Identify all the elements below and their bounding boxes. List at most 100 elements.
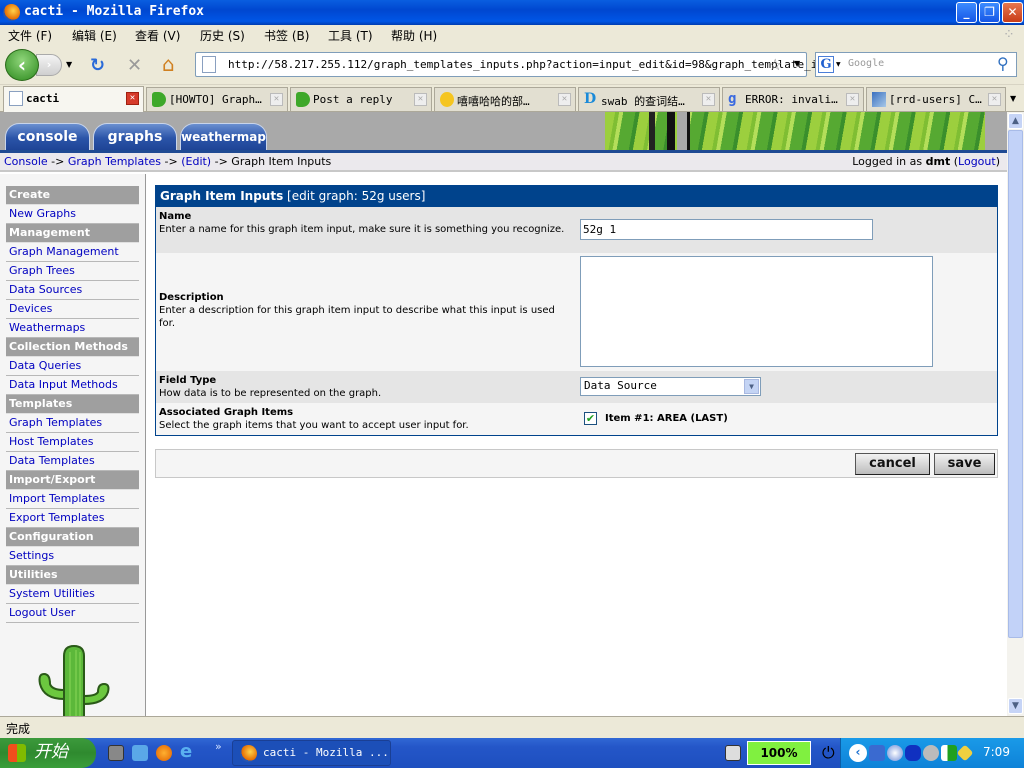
forward-button[interactable]: › [36,54,62,76]
taskbar-window-button[interactable]: cacti - Mozilla ... [232,740,391,766]
url-dropdown-icon[interactable]: ▼ [794,59,800,68]
network-icon[interactable] [869,745,885,761]
tab-graphs[interactable]: graphs [93,123,177,150]
tray-app-icon[interactable] [725,745,741,761]
engine-dropdown-icon[interactable]: ▼ [836,61,841,68]
cactus-logo-icon [38,644,110,716]
close-button[interactable]: ✕ [1002,2,1023,23]
breadcrumb-edit[interactable]: (Edit) [181,155,211,168]
sidebar-item-export-templates[interactable]: Export Templates [6,509,139,528]
history-dropdown-icon[interactable]: ▼ [66,60,72,69]
start-button[interactable]: 开始 [0,738,96,768]
close-tab-icon[interactable]: ✕ [126,92,139,105]
menu-bookmarks[interactable]: 书签 (B) [264,27,309,44]
minimize-button[interactable]: _ [956,2,977,23]
clock[interactable]: 7:09 [983,745,1010,759]
quicklaunch-app-icon[interactable] [132,745,148,761]
browser-tab-cacti[interactable]: cacti ✕ [3,86,144,112]
sidebar-item-graph-templates[interactable]: Graph Templates [6,414,139,433]
tray-app-icon[interactable] [956,744,974,762]
restore-button[interactable]: ❐ [979,2,1000,23]
menu-history[interactable]: 历史 (S) [200,27,245,44]
bookmark-star-icon[interactable]: ☆ [768,55,782,74]
close-tab-icon[interactable]: ✕ [846,93,859,106]
item-checkbox[interactable]: ✔ [584,412,597,425]
close-tab-icon[interactable]: ✕ [558,93,571,106]
home-icon[interactable]: ⌂ [162,52,175,76]
field-type-select[interactable]: Data Source ▼ [580,377,761,396]
close-tab-icon[interactable]: ✕ [702,93,715,106]
browser-tab[interactable]: D swab 的查词结… ✕ [578,87,720,111]
sidebar-item-devices[interactable]: Devices [6,300,139,319]
browser-tab[interactable]: [rrd-users] C… ✕ [866,87,1006,111]
breadcrumb-separator: -> [214,155,228,168]
menu-file[interactable]: 文件 (F) [8,27,52,44]
tab-console[interactable]: console [5,123,90,150]
dict-favicon: D [584,91,597,107]
bluetooth-icon[interactable] [905,745,921,761]
stop-icon[interactable]: ✕ [127,55,142,76]
breadcrumb-graph-templates[interactable]: Graph Templates [68,155,161,168]
browser-tab[interactable]: Post a reply ✕ [290,87,432,111]
tab-weathermap[interactable]: weathermap [180,123,267,150]
name-input[interactable]: 52g 1 [580,219,873,240]
description-textarea[interactable] [580,256,933,367]
show-hidden-icons-icon[interactable]: ‹ [849,744,867,762]
browser-tab[interactable]: [HOWTO] Graph… ✕ [146,87,288,111]
sidebar-item-logout-user[interactable]: Logout User [6,604,139,623]
battery-indicator[interactable]: 100% [747,741,811,765]
scroll-down-icon[interactable]: ▼ [1008,698,1023,714]
sidebar-item-data-input-methods[interactable]: Data Input Methods [6,376,139,395]
browser-tab[interactable]: 嘻嘻哈哈的部… ✕ [434,87,576,111]
sidebar-item-graph-management[interactable]: Graph Management [6,243,139,262]
close-tab-icon[interactable]: ✕ [414,93,427,106]
tray-app-icon[interactable] [923,745,939,761]
sidebar-item-settings[interactable]: Settings [6,547,139,566]
search-input[interactable]: Google [848,58,884,69]
menu-help[interactable]: 帮助 (H) [391,27,437,44]
chevron-down-icon[interactable]: ▼ [744,379,759,394]
field-type-selected: Data Source [584,379,657,392]
sidebar-item-import-templates[interactable]: Import Templates [6,490,139,509]
vertical-scrollbar[interactable]: ▲ ▼ [1007,112,1024,716]
more-quicklaunch-icon[interactable]: » [215,740,222,753]
quicklaunch-firefox-icon[interactable] [156,745,172,761]
quicklaunch-app-icon[interactable] [108,745,124,761]
signal-icon[interactable] [941,745,957,761]
sidebar-item-data-sources[interactable]: Data Sources [6,281,139,300]
reload-icon[interactable]: ↻ [90,55,105,76]
sidebar-item-data-queries[interactable]: Data Queries [6,357,139,376]
window-title-bar[interactable]: cacti - Mozilla Firefox _ ❐ ✕ [0,0,1024,25]
name-row: Name Enter a name for this graph item in… [156,207,997,253]
sidebar-item-graph-trees[interactable]: Graph Trees [6,262,139,281]
search-icon[interactable]: ⚲ [997,54,1009,73]
breadcrumb-console[interactable]: Console [4,155,48,168]
cacti-favicon [296,92,310,107]
url-text[interactable]: http://58.217.255.112/graph_templates_in… [228,58,817,71]
close-tab-icon[interactable]: ✕ [988,93,1001,106]
logout-link[interactable]: Logout [958,155,996,168]
save-button[interactable]: save [934,453,995,475]
menu-edit[interactable]: 编辑 (E) [72,27,117,44]
sidebar-item-new-graphs[interactable]: New Graphs [6,205,139,224]
form-subtitle: [edit graph: 52g users] [287,189,426,203]
sidebar-item-system-utilities[interactable]: System Utilities [6,585,139,604]
scroll-thumb[interactable] [1008,130,1023,638]
back-button[interactable]: ‹ [5,49,39,81]
url-bar[interactable]: http://58.217.255.112/graph_templates_in… [195,52,817,77]
sidebar-item-weathermaps[interactable]: Weathermaps [6,319,139,338]
cancel-button[interactable]: cancel [855,453,930,475]
menu-view[interactable]: 查看 (V) [135,27,180,44]
globe-icon[interactable] [887,745,903,761]
google-engine-icon[interactable]: G [818,56,834,73]
search-box[interactable]: G ▼ Google ⚲ [815,52,1017,77]
scroll-up-icon[interactable]: ▲ [1008,113,1023,129]
sidebar-item-host-templates[interactable]: Host Templates [6,433,139,452]
sidebar-item-data-templates[interactable]: Data Templates [6,452,139,471]
tab-list-dropdown-icon[interactable]: ▼ [1010,94,1016,103]
menu-tools[interactable]: 工具 (T) [328,27,373,44]
browser-tab[interactable]: g ERROR: invali… ✕ [722,87,864,111]
power-plug-icon[interactable]: ⏻ [822,743,835,763]
quicklaunch-ie-icon[interactable]: e [180,743,196,761]
close-tab-icon[interactable]: ✕ [270,93,283,106]
